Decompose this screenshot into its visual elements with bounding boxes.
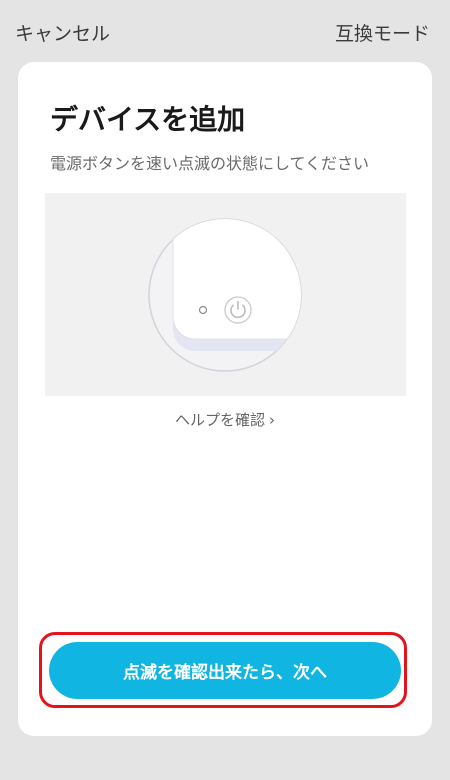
page-title: デバイスを追加 bbox=[50, 103, 246, 136]
help-link[interactable]: ヘルプを確認 › bbox=[18, 409, 432, 430]
cancel-button[interactable]: キャンセル bbox=[15, 19, 110, 46]
top-bar: キャンセル 互換モード bbox=[0, 0, 450, 62]
instruction-text: 電源ボタンを速い点滅の状態にしてください bbox=[50, 154, 370, 173]
help-link-label: ヘルプを確認 bbox=[174, 411, 265, 429]
next-button[interactable]: 点滅を確認出来たら、次へ bbox=[49, 642, 401, 699]
chevron-right-icon: › bbox=[269, 411, 275, 429]
device-illustration-graphic bbox=[148, 218, 302, 372]
device-illustration bbox=[45, 193, 406, 396]
add-device-card: デバイスを追加 電源ボタンを速い点滅の状態にしてください ヘルプを確認 › 点滅… bbox=[18, 62, 432, 736]
compat-mode-button[interactable]: 互換モード bbox=[335, 19, 430, 46]
power-icon bbox=[224, 296, 252, 324]
